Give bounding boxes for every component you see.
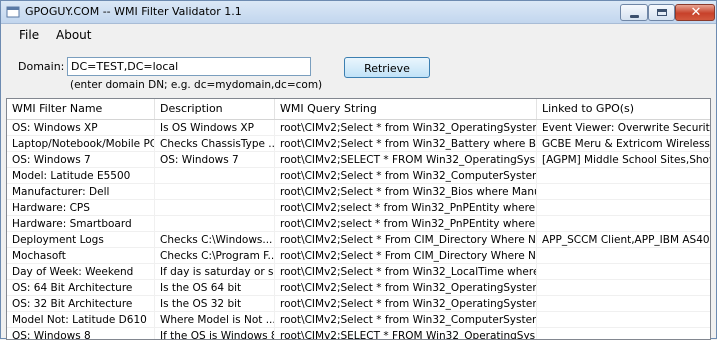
cell-linked-gpos xyxy=(537,264,710,280)
cell-query-string: root\CIMv2;Select * From CIM_Directory W… xyxy=(275,248,537,264)
table-row[interactable]: Hardware: CPS root\CIMv2;select * from Wi… xyxy=(7,200,710,216)
cell-query-string: root\CIMv2;Select * from Win32_ComputerS… xyxy=(275,168,537,184)
cell-filter-name: Manufacturer: Dell xyxy=(7,184,155,200)
table-row[interactable]: OS: Windows 7 OS: Windows 7 root\CIMv2;SEL… xyxy=(7,152,710,168)
domain-input[interactable] xyxy=(67,57,311,76)
table-row[interactable]: Laptop/Notebook/Mobile PC Checks ChassisT… xyxy=(7,136,710,152)
cell-description: OS: Windows 7 xyxy=(155,152,275,168)
app-icon xyxy=(6,6,20,18)
cell-linked-gpos xyxy=(537,168,710,184)
cell-linked-gpos xyxy=(537,312,710,328)
cell-linked-gpos xyxy=(537,200,710,216)
menu-file[interactable]: File xyxy=(19,28,39,42)
table-row[interactable]: Model: Latitude E5500 root\CIMv2;Select *… xyxy=(7,168,710,184)
cell-linked-gpos: APP_SCCM Client,APP_IBM AS400 xyxy=(537,232,710,248)
cell-linked-gpos xyxy=(537,216,710,232)
cell-linked-gpos xyxy=(537,184,710,200)
table-row[interactable]: Model Not: Latitude D610 Where Model is N… xyxy=(7,312,710,328)
cell-description xyxy=(155,184,275,200)
cell-description: Checks C:\Windows... xyxy=(155,232,275,248)
window-title: GPOGUY.COM -- WMI Filter Validator 1.1 xyxy=(25,5,242,18)
cell-description: Checks ChassisType ... xyxy=(155,136,275,152)
cell-filter-name: Model: Latitude E5500 xyxy=(7,168,155,184)
close-button[interactable]: ✕ xyxy=(675,4,715,21)
cell-filter-name: OS: 32 Bit Architecture xyxy=(7,296,155,312)
cell-description: Is the OS 64 bit xyxy=(155,280,275,296)
minimize-button[interactable] xyxy=(620,4,648,21)
column-header-query-string[interactable]: WMI Query String xyxy=(275,99,537,119)
cell-linked-gpos xyxy=(537,328,710,339)
table-row[interactable]: OS: 32 Bit Architecture Is the OS 32 bit r… xyxy=(7,296,710,312)
cell-filter-name: Deployment Logs xyxy=(7,232,155,248)
cell-query-string: root\CIMv2;select * from Win32_PnPEntity… xyxy=(275,216,537,232)
table-header: WMI Filter Name Description WMI Query St… xyxy=(7,99,710,120)
domain-label: Domain: xyxy=(18,60,65,73)
cell-linked-gpos xyxy=(537,248,710,264)
column-header-description[interactable]: Description xyxy=(155,99,275,119)
cell-filter-name: Model Not: Latitude D610 xyxy=(7,312,155,328)
table-row[interactable]: Hardware: Smartboard root\CIMv2;select * … xyxy=(7,216,710,232)
cell-query-string: root\CIMv2;Select * from Win32_ComputerS… xyxy=(275,312,537,328)
cell-filter-name: Hardware: Smartboard xyxy=(7,216,155,232)
cell-linked-gpos: GCBE Meru & Extricom Wireless,FA xyxy=(537,136,710,152)
cell-description: Is OS Windows XP xyxy=(155,120,275,136)
table-row[interactable]: Day of Week: Weekend If day is saturday o… xyxy=(7,264,710,280)
cell-filter-name: Hardware: CPS xyxy=(7,200,155,216)
cell-query-string: root\CIMv2;select * from Win32_PnPEntity… xyxy=(275,200,537,216)
cell-linked-gpos: [AGPM] Middle School Sites,Show xyxy=(537,152,710,168)
table-row[interactable]: Mochasoft Checks C:\Program F... root\CIMv… xyxy=(7,248,710,264)
cell-query-string: root\CIMv2;SELECT * FROM Win32_Operating… xyxy=(275,152,537,168)
cell-description: Is the OS 32 bit xyxy=(155,296,275,312)
cell-linked-gpos xyxy=(537,280,710,296)
cell-query-string: root\CIMv2;Select * from Win32_Operating… xyxy=(275,120,537,136)
cell-linked-gpos: Event Viewer: Overwrite Security Lo xyxy=(537,120,710,136)
maximize-button[interactable] xyxy=(648,4,675,21)
cell-description xyxy=(155,216,275,232)
cell-filter-name: Day of Week: Weekend xyxy=(7,264,155,280)
cell-description: If the OS is Windows 8 xyxy=(155,328,275,339)
cell-filter-name: OS: Windows 8 xyxy=(7,328,155,339)
cell-query-string: root\CIMv2;Select * from Win32_LocalTime… xyxy=(275,264,537,280)
wmi-filter-table[interactable]: WMI Filter Name Description WMI Query St… xyxy=(6,98,711,340)
column-header-linked-gpos[interactable]: Linked to GPO(s) xyxy=(537,99,710,119)
cell-filter-name: Mochasoft xyxy=(7,248,155,264)
cell-description: If day is saturday or s... xyxy=(155,264,275,280)
cell-query-string: root\CIMv2;Select * From CIM_Directory W… xyxy=(275,232,537,248)
minimize-icon xyxy=(630,15,639,18)
cell-description xyxy=(155,200,275,216)
cell-filter-name: Laptop/Notebook/Mobile PC xyxy=(7,136,155,152)
table-row[interactable]: OS: Windows XP Is OS Windows XP root\CIMv2… xyxy=(7,120,710,136)
app-window: GPOGUY.COM -- WMI Filter Validator 1.1 ✕… xyxy=(0,0,717,340)
column-header-filter-name[interactable]: WMI Filter Name xyxy=(7,99,155,119)
table-row[interactable]: OS: 64 Bit Architecture Is the OS 64 bit r… xyxy=(7,280,710,296)
menu-about[interactable]: About xyxy=(56,28,91,42)
cell-query-string: root\CIMv2;Select * from Win32_Battery w… xyxy=(275,136,537,152)
cell-filter-name: OS: Windows XP xyxy=(7,120,155,136)
domain-hint: (enter domain DN; e.g. dc=mydomain,dc=co… xyxy=(70,79,323,91)
cell-description: Checks C:\Program F... xyxy=(155,248,275,264)
cell-filter-name: OS: 64 Bit Architecture xyxy=(7,280,155,296)
close-icon: ✕ xyxy=(690,5,702,20)
cell-description: Where Model is Not ... xyxy=(155,312,275,328)
menu-bar: File About xyxy=(1,24,716,44)
cell-filter-name: OS: Windows 7 xyxy=(7,152,155,168)
retrieve-button[interactable]: Retrieve xyxy=(344,57,430,78)
table-row[interactable]: Deployment Logs Checks C:\Windows... root\… xyxy=(7,232,710,248)
title-bar[interactable]: GPOGUY.COM -- WMI Filter Validator 1.1 ✕ xyxy=(1,1,716,24)
cell-query-string: root\CIMv2;Select * from Win32_Operating… xyxy=(275,280,537,296)
cell-description xyxy=(155,168,275,184)
maximize-icon xyxy=(657,9,667,16)
cell-query-string: root\CIMv2;Select * from Win32_Bios wher… xyxy=(275,184,537,200)
cell-query-string: root\CIMv2;Select * from Win32_Operating… xyxy=(275,296,537,312)
table-row[interactable]: Manufacturer: Dell root\CIMv2;Select * fr… xyxy=(7,184,710,200)
cell-query-string: root\CIMv2;SELECT * FROM Win32_Operating… xyxy=(275,328,537,339)
cell-linked-gpos xyxy=(537,296,710,312)
table-row[interactable]: OS: Windows 8 If the OS is Windows 8 root\… xyxy=(7,328,710,339)
